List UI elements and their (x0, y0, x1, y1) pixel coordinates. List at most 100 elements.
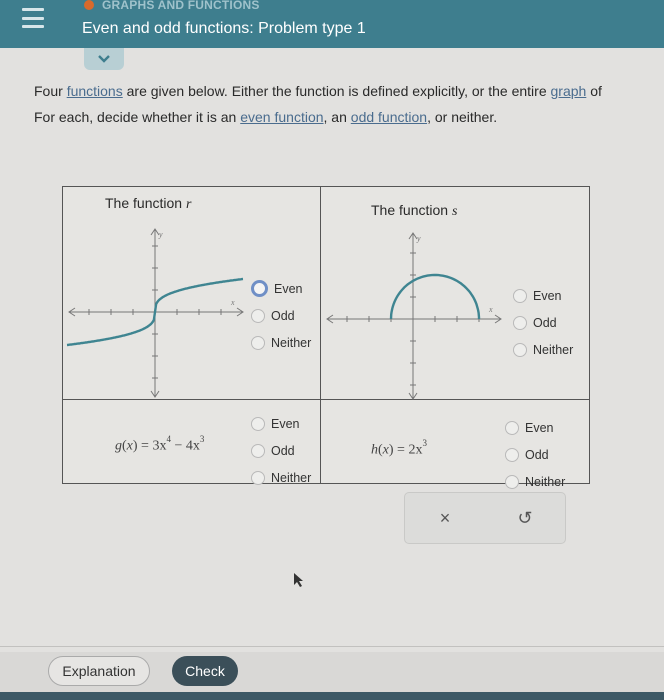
clear-answer-button[interactable]: × (425, 498, 465, 538)
topic-text: GRAPHS AND FUNCTIONS (102, 0, 260, 12)
graph-r: x y (66, 228, 244, 398)
choice-neither[interactable]: Neither (251, 333, 311, 352)
page-title: Even and odd functions: Problem type 1 (82, 20, 366, 37)
footer-divider (0, 646, 664, 647)
hamburger-menu-icon[interactable] (22, 8, 44, 28)
x-axis-label: x (230, 298, 235, 307)
formula-g: g(x) = 3x4 − 4x3 (115, 434, 205, 454)
choice-odd[interactable]: Odd (251, 441, 311, 460)
text: For each, decide whether it is an (34, 109, 241, 125)
operator: − (174, 438, 183, 454)
choice-label: Odd (271, 443, 295, 458)
function-name: h (371, 442, 378, 458)
choice-neither[interactable]: Neither (513, 340, 573, 359)
problem-s-cell: The function s x y Even Odd Neither (321, 187, 589, 400)
choice-odd[interactable]: Odd (513, 313, 573, 332)
choice-label: Even (271, 416, 300, 431)
function-arg: x (126, 438, 133, 454)
choice-label: Neither (533, 342, 574, 357)
title-text: The function (371, 202, 452, 218)
topic-status-dot (84, 0, 94, 10)
text: , an (323, 109, 351, 125)
choice-odd[interactable]: Odd (505, 445, 565, 464)
choice-label: Even (533, 288, 562, 303)
answer-actions: × ↺ (404, 492, 566, 544)
function-name: r (185, 197, 192, 212)
choice-odd[interactable]: Odd (251, 306, 311, 325)
axes (326, 232, 502, 400)
reset-button[interactable]: ↺ (505, 498, 545, 538)
check-button[interactable]: Check (172, 656, 238, 686)
mouse-cursor-icon (294, 573, 303, 587)
problem-g-cell: g(x) = 3x4 − 4x3 Even Odd Neither (63, 400, 321, 485)
choice-even[interactable]: Even (251, 414, 311, 433)
y-axis-label: y (158, 230, 163, 239)
choice-even[interactable]: Even (251, 279, 311, 298)
link-graph[interactable]: graph (551, 83, 587, 99)
choice-label: Neither (271, 470, 312, 485)
choice-label: Even (274, 281, 303, 296)
problem-r-title: The function r (105, 195, 191, 213)
problem-g-choices: Even Odd Neither (251, 414, 311, 487)
exponent: 3 (422, 438, 427, 448)
radio-odd[interactable] (513, 315, 527, 330)
term: 4x (185, 438, 200, 454)
link-odd-function[interactable]: odd function (351, 109, 427, 125)
radio-neither[interactable] (505, 474, 519, 489)
term: 3x (152, 438, 167, 454)
radio-neither[interactable] (513, 342, 527, 357)
chevron-down-icon (98, 55, 110, 63)
radio-even[interactable] (505, 420, 519, 435)
function-s-curve (389, 273, 481, 320)
radio-odd[interactable] (505, 447, 519, 462)
choice-neither[interactable]: Neither (251, 468, 311, 487)
exponent: 4 (166, 434, 171, 444)
radio-neither[interactable] (251, 470, 265, 485)
exponent: 3 (199, 434, 205, 444)
radio-even[interactable] (513, 288, 527, 303)
header-bar: GRAPHS AND FUNCTIONS Even and odd functi… (0, 0, 664, 48)
choice-label: Neither (525, 474, 566, 489)
choice-even[interactable]: Even (505, 418, 565, 437)
bottom-bar (0, 692, 664, 700)
instructions: Four functions are given below. Either t… (34, 78, 602, 130)
formula-h: h(x) = 2x3 (371, 438, 427, 458)
problem-h-cell: h(x) = 2x3 Even Odd Neither (321, 400, 589, 489)
function-name: g (115, 438, 122, 454)
problem-h-choices: Even Odd Neither (505, 418, 565, 491)
choice-neither[interactable]: Neither (505, 472, 565, 491)
choice-label: Even (525, 420, 554, 435)
collapse-header-button[interactable] (84, 48, 124, 70)
x-axis-label: x (488, 305, 493, 314)
topic-label: GRAPHS AND FUNCTIONS (84, 0, 260, 12)
y-axis-label: y (416, 234, 421, 243)
choice-label: Odd (271, 308, 295, 323)
text: of (586, 83, 602, 99)
instructions-line-2: For each, decide whether it is an even f… (34, 104, 602, 130)
close-icon: × (439, 507, 451, 528)
radio-odd[interactable] (251, 443, 265, 458)
graph-s: x y (326, 232, 502, 400)
explanation-button[interactable]: Explanation (48, 656, 150, 686)
choice-even[interactable]: Even (513, 286, 573, 305)
problem-r-cell: The function r x y Even Odd Neither (63, 187, 321, 400)
title-text: The function (105, 195, 186, 211)
problem-s-title: The function s (371, 202, 457, 220)
radio-even[interactable] (251, 280, 268, 297)
text: , or neither. (427, 109, 498, 125)
link-even-function[interactable]: even function (240, 109, 323, 125)
link-functions[interactable]: functions (67, 83, 123, 99)
choice-label: Neither (271, 335, 312, 350)
radio-odd[interactable] (251, 308, 265, 323)
radio-even[interactable] (251, 416, 265, 431)
problem-s-choices: Even Odd Neither (513, 286, 573, 359)
choice-label: Odd (533, 315, 557, 330)
instructions-line-1: Four functions are given below. Either t… (34, 78, 602, 104)
function-arg: x (382, 442, 389, 458)
term: 2x (408, 442, 423, 458)
problem-r-choices: Even Odd Neither (251, 279, 311, 352)
choice-label: Odd (525, 447, 549, 462)
radio-neither[interactable] (251, 335, 265, 350)
undo-icon: ↺ (517, 507, 533, 528)
text: Four (34, 83, 67, 99)
